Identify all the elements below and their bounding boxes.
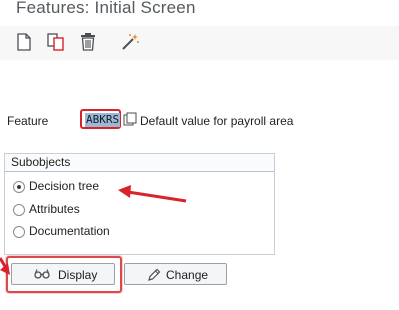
title-bar: Features: Initial Screen <box>0 0 399 26</box>
value-help-icon[interactable] <box>123 112 137 126</box>
display-button[interactable]: Display <box>11 263 115 285</box>
toolbar <box>0 26 399 60</box>
radio-documentation[interactable]: Documentation <box>13 223 193 241</box>
radio-attributes[interactable]: Attributes <box>13 201 193 219</box>
subobjects-title: Subobjects <box>11 155 71 169</box>
subobjects-group: Subobjects Decision tree Attributes Docu… <box>4 153 275 255</box>
feature-input[interactable]: ABKRS <box>80 109 121 129</box>
radio-button[interactable] <box>13 226 25 238</box>
pencil-icon <box>147 268 161 285</box>
radio-button[interactable] <box>13 204 25 216</box>
delete-icon[interactable] <box>78 32 98 52</box>
subobjects-header: Subobjects <box>5 154 274 172</box>
magic-wand-icon[interactable] <box>120 32 140 52</box>
feature-label: Feature <box>7 114 49 128</box>
display-button-label: Display <box>58 268 98 282</box>
change-button[interactable]: Change <box>124 263 227 285</box>
feature-description: Default value for payroll area <box>140 114 294 128</box>
glasses-icon <box>34 268 50 283</box>
page-title: Features: Initial Screen <box>16 0 196 17</box>
radio-label: Attributes <box>29 202 80 216</box>
radio-button-checked[interactable] <box>13 181 25 193</box>
feature-row: Feature ABKRS Default value for payroll … <box>0 108 399 134</box>
copy-icon[interactable] <box>46 32 66 52</box>
radio-label: Decision tree <box>29 179 100 193</box>
feature-value: ABKRS <box>85 113 121 127</box>
change-button-label: Change <box>166 268 209 282</box>
new-document-icon[interactable] <box>14 32 34 52</box>
radio-label: Documentation <box>29 224 110 238</box>
radio-decision-tree[interactable]: Decision tree <box>13 178 193 196</box>
